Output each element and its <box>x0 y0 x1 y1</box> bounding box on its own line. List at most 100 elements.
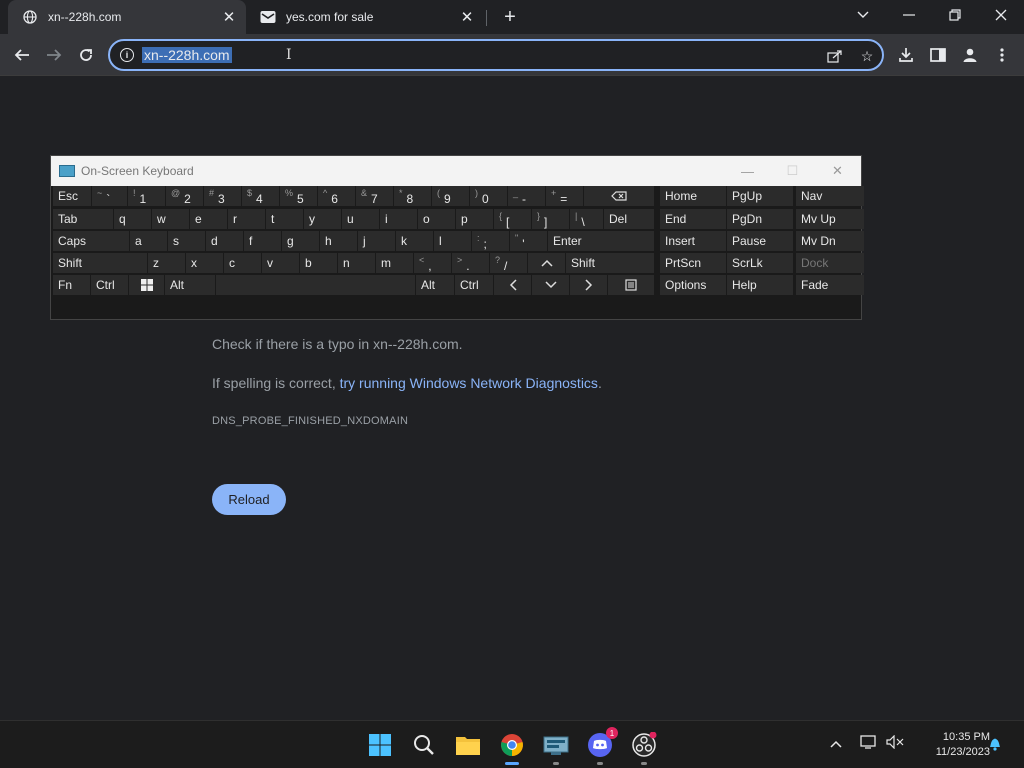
osk-key-alt-r[interactable]: Alt <box>416 275 454 295</box>
osk-key-q[interactable]: q <box>114 209 151 229</box>
close-tab-icon[interactable]: ✕ <box>220 8 238 26</box>
profile-icon[interactable] <box>958 43 982 67</box>
osk-key-caps[interactable]: Caps <box>53 231 129 251</box>
osk-key-comma[interactable]: <, <box>414 253 451 273</box>
osk-key-c[interactable]: c <box>224 253 261 273</box>
menu-icon[interactable] <box>990 43 1014 67</box>
osk-key-semicolon[interactable]: :; <box>472 231 509 251</box>
osk-key-ctrl-l[interactable]: Ctrl <box>91 275 128 295</box>
download-icon[interactable] <box>894 43 918 67</box>
osk-key-g[interactable]: g <box>282 231 319 251</box>
osk-key-n7[interactable]: & 7 <box>356 186 393 206</box>
reload-button[interactable]: Reload <box>212 484 286 515</box>
osk-key-r[interactable]: r <box>228 209 265 229</box>
osk-key-n2[interactable]: @2 <box>166 186 203 206</box>
osk-key-s[interactable]: s <box>168 231 205 251</box>
address-bar[interactable]: i xn--228h.com I ☆ <box>108 39 884 71</box>
osk-key-tab[interactable]: Tab <box>53 209 113 229</box>
tab-search-icon[interactable] <box>840 0 886 30</box>
bookmark-star-icon[interactable]: ☆ <box>858 47 876 65</box>
chevron-up-icon[interactable] <box>830 735 842 751</box>
osk-key-fn[interactable]: Fn <box>53 275 90 295</box>
osk-key-ctrl-r[interactable]: Ctrl <box>455 275 493 295</box>
osk-key-l[interactable]: l <box>434 231 471 251</box>
osk-key-alt-l[interactable]: Alt <box>165 275 215 295</box>
osk-key-k[interactable]: k <box>396 231 433 251</box>
osk-key-n4[interactable]: $4 <box>242 186 279 206</box>
osk-key-shift-r[interactable]: Shift <box>566 253 654 273</box>
osk-key-dock[interactable]: Dock <box>796 253 864 273</box>
osk-key-left[interactable] <box>494 275 531 295</box>
chrome-icon[interactable] <box>496 729 528 765</box>
osk-key-menu[interactable] <box>608 275 654 295</box>
file-explorer-icon[interactable] <box>452 729 484 761</box>
osk-key-quote[interactable]: " ' <box>510 231 547 251</box>
network-diagnostics-link[interactable]: try running Windows Network Diagnostics <box>340 375 598 391</box>
osk-key-backspace[interactable] <box>584 186 654 206</box>
start-icon[interactable] <box>364 729 396 761</box>
osk-key-n8[interactable]: * 8 <box>394 186 431 206</box>
screen-app-icon[interactable] <box>540 729 572 765</box>
osk-key-u[interactable]: u <box>342 209 379 229</box>
osk-key-o[interactable]: o <box>418 209 455 229</box>
osk-key-j[interactable]: j <box>358 231 395 251</box>
side-panel-icon[interactable] <box>926 43 950 67</box>
osk-key-right[interactable] <box>570 275 607 295</box>
osk-key-h[interactable]: h <box>320 231 357 251</box>
osk-key-f[interactable]: f <box>244 231 281 251</box>
osk-key-v[interactable]: v <box>262 253 299 273</box>
osk-key-end[interactable]: End <box>660 209 726 229</box>
osk-key-m[interactable]: m <box>376 253 413 273</box>
osk-key-equals[interactable]: + = <box>546 186 583 206</box>
osk-key-z[interactable]: z <box>148 253 185 273</box>
osk-key-scrlk[interactable]: ScrLk <box>727 253 793 273</box>
osk-key-insert[interactable]: Insert <box>660 231 726 251</box>
tab-yes-com[interactable]: yes.com for sale ✕ <box>246 0 484 34</box>
tab-xn-228h[interactable]: xn--228h.com ✕ <box>8 0 246 34</box>
osk-key-up[interactable] <box>528 253 565 273</box>
osk-key-n9[interactable]: (9 <box>432 186 469 206</box>
osk-key-space[interactable] <box>216 275 415 295</box>
osk-key-x[interactable]: x <box>186 253 223 273</box>
osk-key-b[interactable]: b <box>300 253 337 273</box>
osk-key-pause[interactable]: Pause <box>727 231 793 251</box>
osk-key-down[interactable] <box>532 275 569 295</box>
display-icon[interactable] <box>860 735 878 752</box>
osk-key-a[interactable]: a <box>130 231 167 251</box>
osk-key-mvdn[interactable]: Mv Dn <box>796 231 864 251</box>
share-icon[interactable] <box>826 47 844 65</box>
osk-key-nav[interactable]: Nav <box>796 186 864 206</box>
osk-key-n0[interactable]: ) 0 <box>470 186 507 206</box>
close-window-icon[interactable] <box>978 0 1024 30</box>
reload-icon[interactable] <box>74 43 98 67</box>
osk-key-t[interactable]: t <box>266 209 303 229</box>
notification-bell-icon[interactable] <box>988 735 1002 754</box>
new-tab-button[interactable]: + <box>499 6 521 28</box>
osk-key-esc[interactable]: Esc <box>53 186 91 206</box>
osk-close-icon[interactable]: ✕ <box>815 156 860 186</box>
minimize-icon[interactable] <box>886 0 932 30</box>
osk-key-y[interactable]: y <box>304 209 341 229</box>
address-url[interactable]: xn--228h.com <box>142 47 232 63</box>
osk-key-d[interactable]: d <box>206 231 243 251</box>
osk-key-del[interactable]: Del <box>604 209 654 229</box>
obs-icon[interactable] <box>628 729 660 765</box>
osk-key-help[interactable]: Help <box>727 275 793 295</box>
osk-key-n6[interactable]: ^ 6 <box>318 186 355 206</box>
osk-key-enter[interactable]: Enter <box>548 231 654 251</box>
close-tab-icon[interactable]: ✕ <box>458 8 476 26</box>
osk-key-fade[interactable]: Fade <box>796 275 864 295</box>
discord-icon[interactable]: 1 <box>584 727 618 765</box>
osk-key-backslash[interactable]: | \ <box>570 209 603 229</box>
osk-key-home[interactable]: Home <box>660 186 726 206</box>
clock[interactable]: 10:35 PM 11/23/2023 <box>910 730 990 760</box>
osk-key-lbracket[interactable]: {[ <box>494 209 531 229</box>
forward-icon[interactable] <box>42 43 66 67</box>
restore-icon[interactable] <box>932 0 978 30</box>
volume-muted-icon[interactable] <box>886 734 904 752</box>
osk-key-pgup[interactable]: PgUp <box>727 186 793 206</box>
search-icon[interactable] <box>408 729 440 761</box>
osk-key-i[interactable]: i <box>380 209 417 229</box>
osk-key-minus[interactable]: _ - <box>508 186 545 206</box>
osk-key-slash[interactable]: ? / <box>490 253 527 273</box>
